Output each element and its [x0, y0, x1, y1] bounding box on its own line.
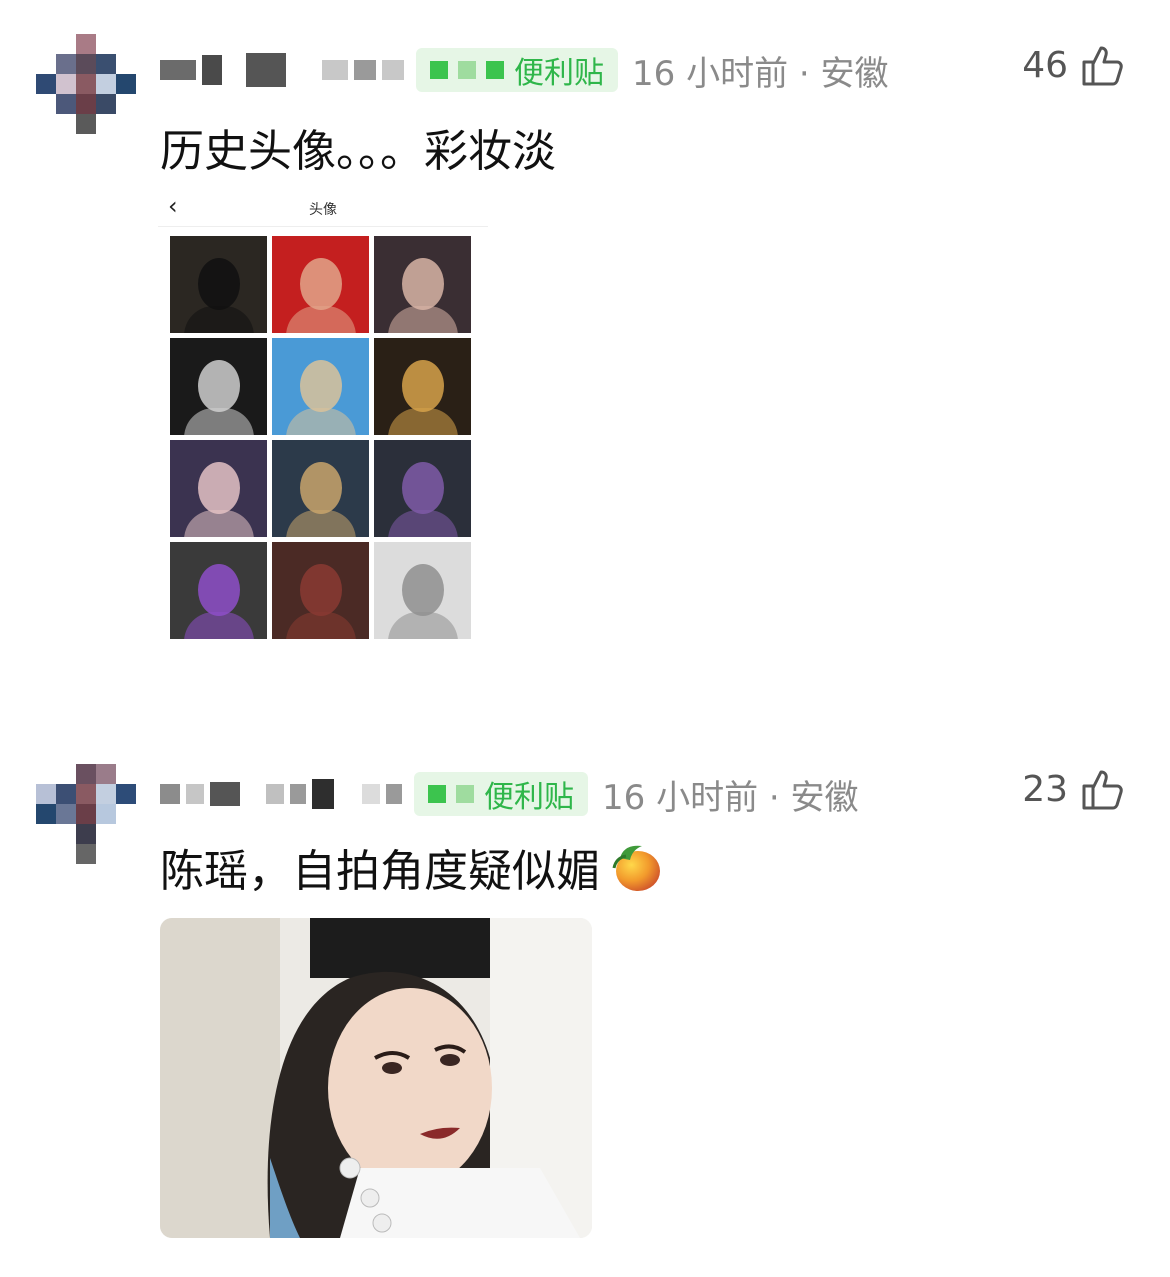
thumbnail-figure	[402, 462, 444, 514]
comment-meta: 便利贴 16 小时前 · 安徽	[160, 40, 889, 100]
avatar-thumbnail[interactable]	[374, 542, 471, 639]
thumbnail-body	[286, 408, 356, 435]
thumbnail-body	[388, 408, 458, 435]
username-pixel	[322, 60, 348, 80]
attached-screenshot[interactable]: ‹ 头像	[158, 190, 488, 645]
comment-meta: 便利贴 16 小时前 · 安徽	[160, 764, 859, 824]
thumbnail-body	[286, 306, 356, 333]
comment-text: 历史头像。。。彩妆淡	[160, 126, 556, 177]
badge-pixel	[458, 61, 476, 79]
thumbs-up-icon	[1082, 770, 1123, 810]
badge[interactable]: 便利贴	[414, 772, 588, 816]
thumbnail-body	[184, 612, 254, 639]
badge[interactable]: 便利贴	[416, 48, 618, 92]
thumbnail-figure	[402, 564, 444, 616]
avatar-thumbnail[interactable]	[272, 338, 369, 435]
thumbs-up-icon	[1082, 46, 1123, 86]
thumbnail-body	[184, 306, 254, 333]
thumbnail-body	[388, 612, 458, 639]
thumbnail-figure	[402, 360, 444, 412]
avatar-thumbnail[interactable]	[374, 338, 471, 435]
username-pixel	[202, 55, 222, 85]
portrait-photo	[160, 918, 592, 1238]
username-pixel	[362, 784, 380, 804]
thumbnail-figure	[300, 258, 342, 310]
avatar-thumbnail[interactable]	[170, 338, 267, 435]
avatar[interactable]	[36, 34, 136, 134]
screenshot-title: 头像	[309, 202, 337, 218]
thumbnail-body	[184, 510, 254, 537]
avatar-thumbnail[interactable]	[374, 236, 471, 333]
attached-photo[interactable]	[160, 918, 592, 1238]
comment-text-body: 陈瑶，自拍角度疑似媚	[160, 846, 600, 897]
thumbnail-body	[286, 510, 356, 537]
time-location: 16 小时前 · 安徽	[602, 777, 859, 818]
username-pixel	[186, 784, 204, 804]
thumbnail-figure	[198, 462, 240, 514]
avatar-thumbnail[interactable]	[374, 440, 471, 537]
thumbnail-figure	[300, 360, 342, 412]
avatar-thumbnail[interactable]	[170, 236, 267, 333]
like-button[interactable]: 23	[1022, 766, 1126, 812]
badge-pixel	[456, 785, 474, 803]
username-pixel	[290, 784, 306, 804]
avatar-thumbnail[interactable]	[170, 542, 267, 639]
thumbnail-figure	[402, 258, 444, 310]
screenshot-header: ‹ 头像	[158, 190, 488, 227]
thumbnail-body	[388, 510, 458, 537]
username-pixel	[266, 784, 284, 804]
avatar-thumbnail[interactable]	[272, 440, 369, 537]
like-count: 23	[1022, 768, 1068, 810]
thumbnail-body	[286, 612, 356, 639]
comment-2: 便利贴 16 小时前 · 安徽 23 陈瑶，自拍角度疑似媚	[0, 730, 1170, 1270]
username-pixel	[246, 53, 286, 87]
thumbnail-body	[184, 408, 254, 435]
thumbnail-figure	[198, 360, 240, 412]
thumbnail-figure	[198, 564, 240, 616]
username-pixel	[312, 779, 334, 809]
thumbnail-figure	[300, 462, 342, 514]
badge-pixel	[486, 61, 504, 79]
username-pixel	[386, 784, 402, 804]
avatar-thumbnail[interactable]	[170, 440, 267, 537]
thumbnail-body	[388, 306, 458, 333]
username[interactable]	[160, 784, 180, 804]
mango-icon	[612, 845, 660, 891]
badge-pixel	[428, 785, 446, 803]
like-count: 46	[1022, 44, 1068, 86]
like-button[interactable]: 46	[1022, 42, 1126, 88]
avatar-grid	[170, 236, 471, 639]
badge-label: 便利贴	[484, 780, 574, 815]
time-location: 16 小时前 · 安徽	[632, 53, 889, 94]
avatar-thumbnail[interactable]	[272, 236, 369, 333]
thumbnail-figure	[198, 258, 240, 310]
avatar-thumbnail[interactable]	[272, 542, 369, 639]
comment-1: 便利贴 16 小时前 · 安徽 46 历史头像。。。彩妆淡 ‹ 头像	[0, 0, 1170, 700]
badge-label: 便利贴	[514, 56, 604, 91]
avatar[interactable]	[36, 764, 136, 864]
badge-pixel	[430, 61, 448, 79]
username-pixel	[210, 782, 240, 806]
thumbnail-figure	[300, 564, 342, 616]
username-pixel	[354, 60, 376, 80]
username-pixel	[382, 60, 404, 80]
comment-text: 陈瑶，自拍角度疑似媚	[160, 835, 666, 899]
username[interactable]	[160, 60, 196, 80]
